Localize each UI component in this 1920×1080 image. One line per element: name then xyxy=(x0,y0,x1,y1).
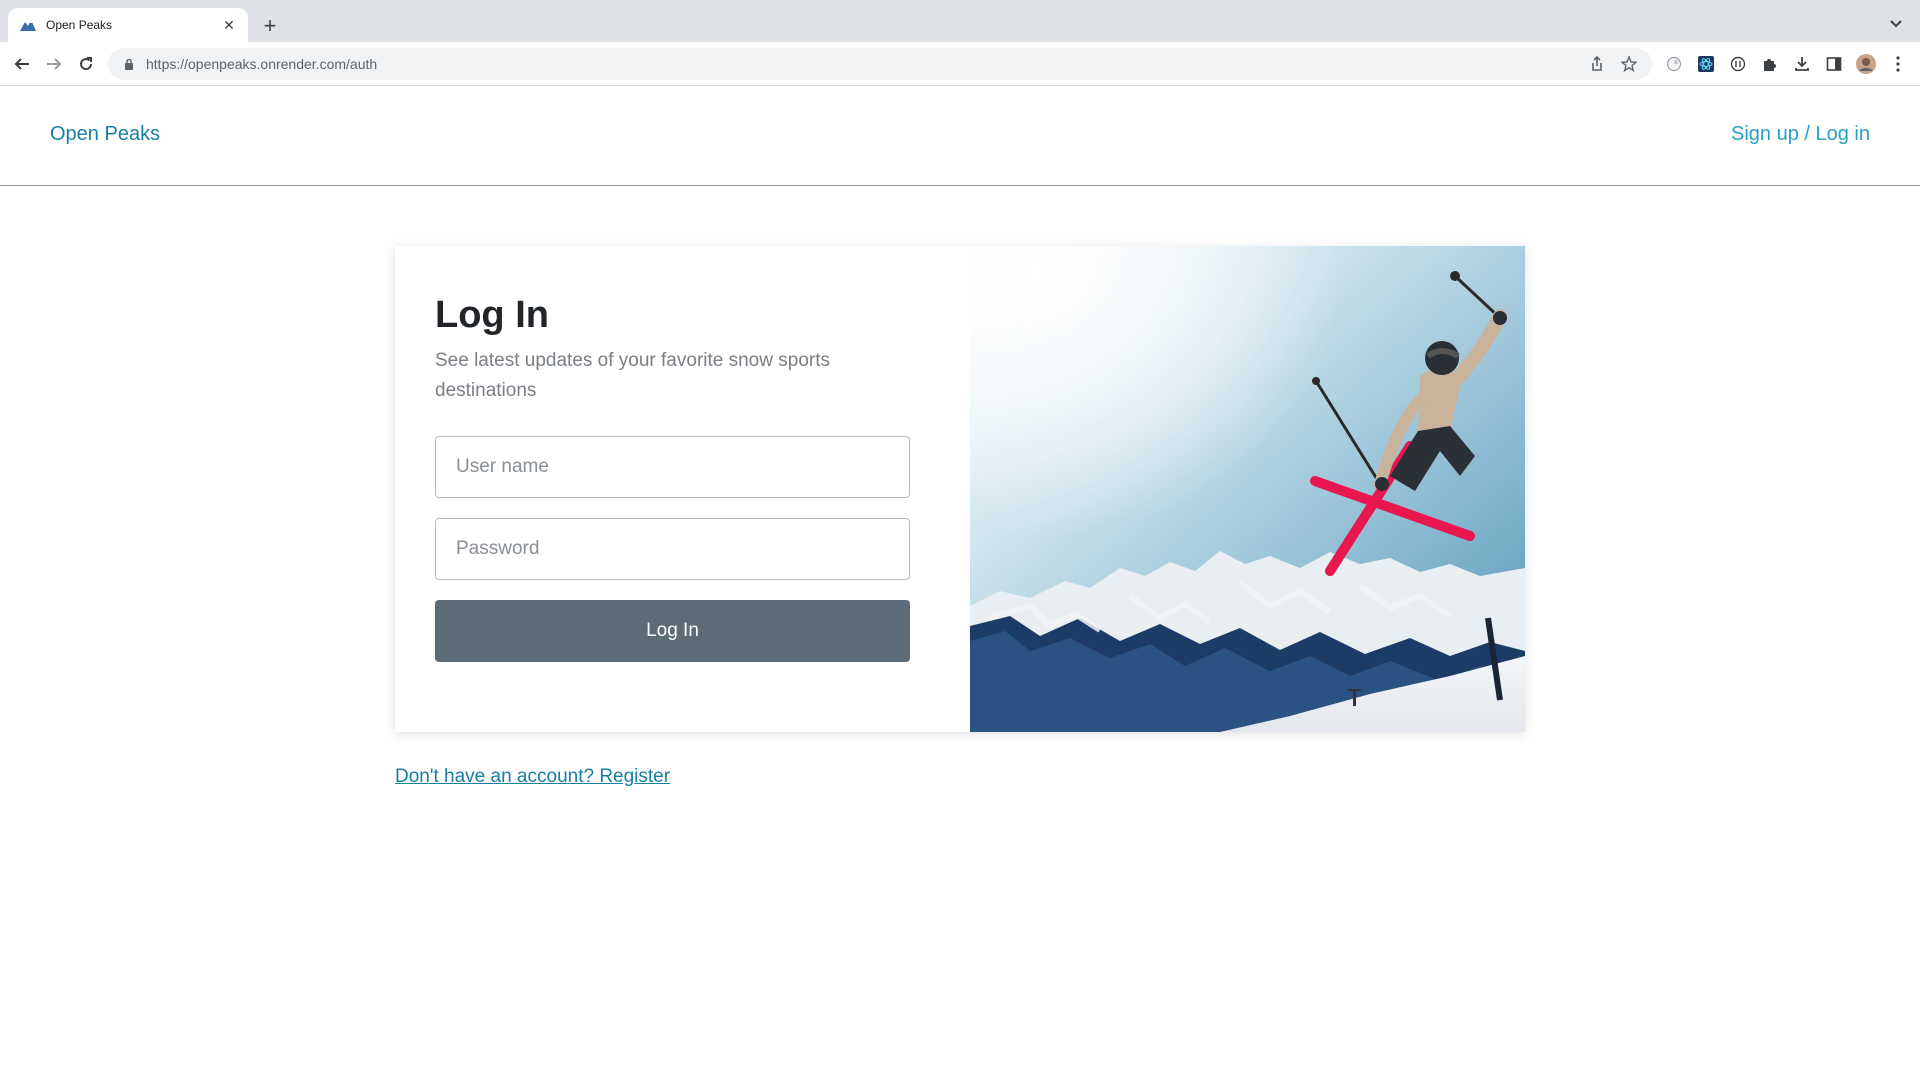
extension-moon-icon[interactable] xyxy=(1663,53,1685,75)
profile-avatar-icon[interactable] xyxy=(1855,53,1877,75)
extension-circle-icon[interactable] xyxy=(1727,53,1749,75)
new-tab-icon[interactable]: + xyxy=(258,13,282,38)
download-icon[interactable] xyxy=(1791,53,1813,75)
browser-tab[interactable]: Open Peaks ✕ xyxy=(8,8,248,42)
back-arrow-icon[interactable] xyxy=(10,52,34,76)
login-title: Log In xyxy=(435,294,549,336)
close-tab-icon[interactable]: ✕ xyxy=(220,16,238,34)
password-input[interactable] xyxy=(435,518,910,580)
extensions-puzzle-icon[interactable] xyxy=(1759,53,1781,75)
login-card: Log In See latest updates of your favori… xyxy=(395,246,1525,732)
browser-menu-kebab-icon[interactable] xyxy=(1887,53,1909,75)
side-panel-icon[interactable] xyxy=(1823,53,1845,75)
browser-toolbar: https://openpeaks.onrender.com/auth xyxy=(0,42,1920,86)
bookmark-star-icon[interactable] xyxy=(1618,53,1640,75)
reload-icon[interactable] xyxy=(74,52,98,76)
address-bar[interactable]: https://openpeaks.onrender.com/auth xyxy=(108,48,1652,80)
site-header: Open Peaks Sign up / Log in xyxy=(0,86,1920,186)
login-form: Log In See latest updates of your favori… xyxy=(395,246,970,732)
username-input[interactable] xyxy=(435,436,910,498)
brand-logo-link[interactable]: Open Peaks xyxy=(50,123,160,146)
tab-title: Open Peaks xyxy=(46,18,113,32)
mountain-favicon-icon xyxy=(20,17,36,33)
forward-arrow-icon[interactable] xyxy=(42,52,66,76)
login-subtitle: See latest updates of your favorite snow… xyxy=(435,350,830,401)
signup-login-link[interactable]: Sign up / Log in xyxy=(1731,123,1870,146)
register-link[interactable]: Don't have an account? Register xyxy=(395,766,670,788)
url-text: https://openpeaks.onrender.com/auth xyxy=(146,56,378,72)
lock-icon[interactable] xyxy=(122,57,136,71)
browser-tab-strip: Open Peaks ✕ + xyxy=(0,0,1920,42)
hero-skier-image xyxy=(970,246,1525,732)
login-submit-button[interactable]: Log In xyxy=(435,600,910,662)
extension-react-devtools-icon[interactable] xyxy=(1695,53,1717,75)
share-icon[interactable] xyxy=(1586,53,1608,75)
tab-search-chevron-icon[interactable] xyxy=(1886,14,1906,34)
